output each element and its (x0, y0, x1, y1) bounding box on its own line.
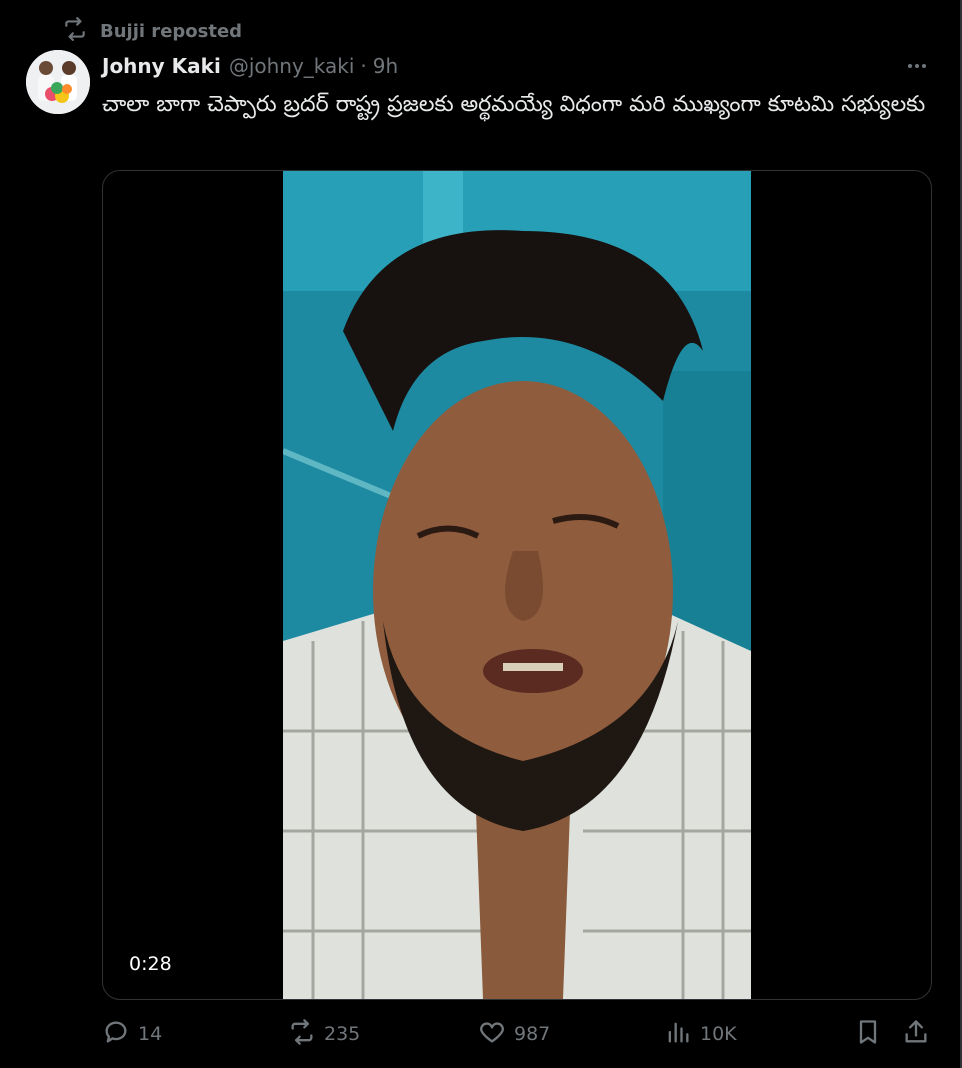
views-button[interactable]: 10K (664, 1014, 737, 1054)
author-name[interactable]: Johny Kaki (102, 54, 221, 78)
like-count: 987 (514, 1023, 551, 1045)
video-duration: 0:28 (121, 951, 180, 977)
like-button[interactable]: 987 (478, 1014, 550, 1054)
video-frame[interactable] (283, 171, 751, 999)
share-icon (902, 1018, 930, 1051)
repost-icon (62, 16, 88, 47)
reply-count: 14 (138, 1023, 163, 1045)
author-handle[interactable]: @johny_kaki (229, 54, 355, 78)
share-button[interactable] (902, 1014, 930, 1054)
tweet[interactable]: Bujji reposted Johny Kaki @johny_kaki · … (0, 0, 962, 1068)
timestamp[interactable]: 9h (373, 54, 398, 78)
avatar[interactable] (26, 50, 90, 114)
video-player[interactable]: 0:28 (102, 170, 932, 1000)
repost-button[interactable]: 235 (288, 1014, 360, 1054)
bookmark-icon (854, 1018, 882, 1051)
tweet-text: చాలా బాగా చెప్పారు బ్రదర్ రాష్ట్ర ప్రజలక… (102, 92, 926, 117)
tweet-header: Johny Kaki @johny_kaki · 9h (102, 52, 932, 80)
repost-count: 235 (324, 1023, 361, 1045)
bookmark-button[interactable] (854, 1014, 882, 1054)
more-options-icon[interactable] (902, 52, 932, 80)
view-count: 10K (700, 1023, 737, 1045)
action-bar: 14 235 987 10K (102, 1014, 932, 1054)
separator: · (360, 54, 367, 78)
reply-icon (102, 1018, 130, 1051)
analytics-icon (664, 1018, 692, 1051)
reply-button[interactable]: 14 (102, 1014, 162, 1054)
repost-label: Bujji reposted (100, 20, 243, 42)
repost-context[interactable]: Bujji reposted (62, 16, 243, 47)
repost-icon (288, 1018, 316, 1051)
heart-icon (478, 1018, 506, 1051)
